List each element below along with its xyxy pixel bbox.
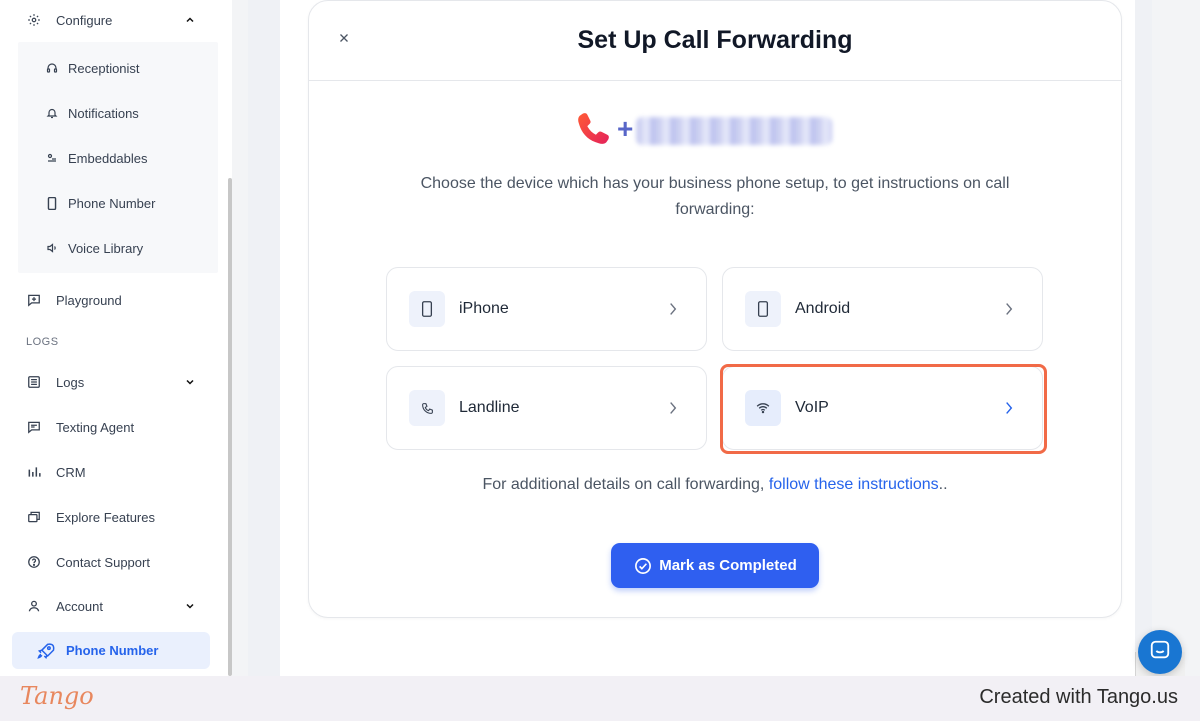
message-icon [26, 419, 42, 435]
layers-icon [26, 509, 42, 525]
redacted-phone-digits [636, 116, 833, 145]
wifi-icon [745, 390, 781, 426]
mobile-icon [409, 291, 445, 327]
sidebar-item-label: Voice Library [68, 240, 144, 256]
phone-icon [578, 113, 609, 144]
business-phone-number: + [575, 109, 833, 149]
mobile-icon [46, 196, 58, 210]
chevron-right-icon [1002, 399, 1016, 417]
sidebar-item-label: Embeddables [68, 150, 148, 166]
footer-note: For additional details on call forwardin… [309, 476, 1121, 494]
sidebar-item-receptionist[interactable]: Receptionist [46, 53, 140, 83]
device-card-voip[interactable]: VoIP [722, 366, 1043, 450]
sidebar-item-phone-number[interactable]: Phone Number [46, 188, 155, 218]
phone-prefix: + [617, 113, 635, 144]
sidebar: Configure Receptionist Notifications Emb… [0, 0, 232, 676]
footer-suffix: .. [938, 476, 948, 493]
sidebar-scrollbar[interactable] [228, 178, 232, 676]
device-label: iPhone [459, 300, 509, 317]
mark-completed-button[interactable]: Mark as Completed [611, 543, 819, 588]
embed-icon [46, 151, 58, 165]
device-card-android[interactable]: Android [722, 267, 1043, 351]
device-label: Android [795, 300, 851, 317]
sidebar-item-explore-features[interactable]: Explore Features [26, 499, 206, 535]
call-forwarding-modal: Set Up Call Forwarding + Choose the devi… [308, 0, 1122, 618]
sidebar-item-embeddables[interactable]: Embeddables [46, 143, 148, 173]
chevron-right-icon [666, 399, 680, 417]
sidebar-item-label: Contact Support [56, 554, 150, 570]
speaker-icon [46, 241, 58, 255]
sidebar-item-label: Logs [56, 374, 85, 390]
mobile-icon [745, 291, 781, 327]
chevron-down-icon [182, 598, 198, 614]
headset-icon [46, 61, 58, 75]
modal-header: Set Up Call Forwarding [309, 1, 1121, 81]
chevron-down-icon [182, 374, 198, 390]
sidebar-item-logs[interactable]: Logs [26, 364, 206, 400]
instructions-text: Choose the device which has your busines… [420, 175, 1010, 218]
sidebar-item-label: Account [56, 598, 103, 614]
phone-number-text: + [617, 113, 833, 145]
sidebar-item-label: Notifications [68, 105, 139, 121]
chevron-right-icon [1002, 300, 1016, 318]
sidebar-item-label: Explore Features [56, 509, 155, 525]
user-icon [26, 598, 42, 614]
bell-icon [46, 106, 58, 120]
chevron-up-icon [182, 12, 198, 28]
sidebar-item-label: Phone Number [68, 195, 156, 211]
sidebar-item-label: Phone Number [66, 643, 159, 658]
chat-launcher-button[interactable] [1138, 630, 1182, 674]
device-card-landline[interactable]: Landline [386, 366, 707, 450]
sidebar-item-configure[interactable]: Configure [26, 2, 206, 38]
instructions-link[interactable]: follow these instructions [769, 476, 939, 493]
tango-credit: Created with Tango.us [979, 686, 1178, 708]
device-card-iphone[interactable]: iPhone [386, 267, 707, 351]
sidebar-item-label: CRM [56, 464, 86, 480]
modal-title: Set Up Call Forwarding [577, 26, 853, 54]
device-label: Landline [459, 399, 520, 416]
chevron-right-icon [666, 300, 680, 318]
bar-chart-icon [26, 464, 42, 480]
logs-section-label: LOGS [26, 336, 59, 348]
tango-logo: Tango [20, 682, 94, 710]
sidebar-item-contact-support[interactable]: Contact Support [26, 544, 206, 580]
sidebar-item-crm[interactable]: CRM [26, 454, 206, 490]
check-circle-icon [633, 556, 653, 576]
sidebar-item-texting-agent[interactable]: Texting Agent [26, 409, 206, 445]
help-icon [26, 554, 42, 570]
sidebar-item-account[interactable]: Account [26, 588, 206, 624]
sidebar-item-label: Receptionist [68, 60, 140, 76]
sidebar-item-playground[interactable]: Playground [26, 282, 206, 318]
sidebar-item-label: Playground [56, 292, 122, 308]
sidebar-item-label: Configure [56, 12, 113, 28]
chat-icon [1149, 639, 1171, 666]
device-label: VoIP [795, 399, 829, 416]
sidebar-item-label: Texting Agent [56, 419, 135, 435]
phone-icon [409, 390, 445, 426]
footer-text: For additional details on call forwardin… [482, 476, 769, 493]
sidebar-item-notifications[interactable]: Notifications [46, 98, 139, 128]
chat-plus-icon [26, 292, 42, 308]
list-icon [26, 374, 42, 390]
sidebar-item-voice-library[interactable]: Voice Library [46, 233, 143, 263]
sidebar-item-phone-number-active[interactable]: Phone Number [12, 632, 210, 669]
rocket-icon [36, 641, 56, 661]
button-label: Mark as Completed [659, 557, 797, 574]
gear-icon [26, 12, 42, 28]
